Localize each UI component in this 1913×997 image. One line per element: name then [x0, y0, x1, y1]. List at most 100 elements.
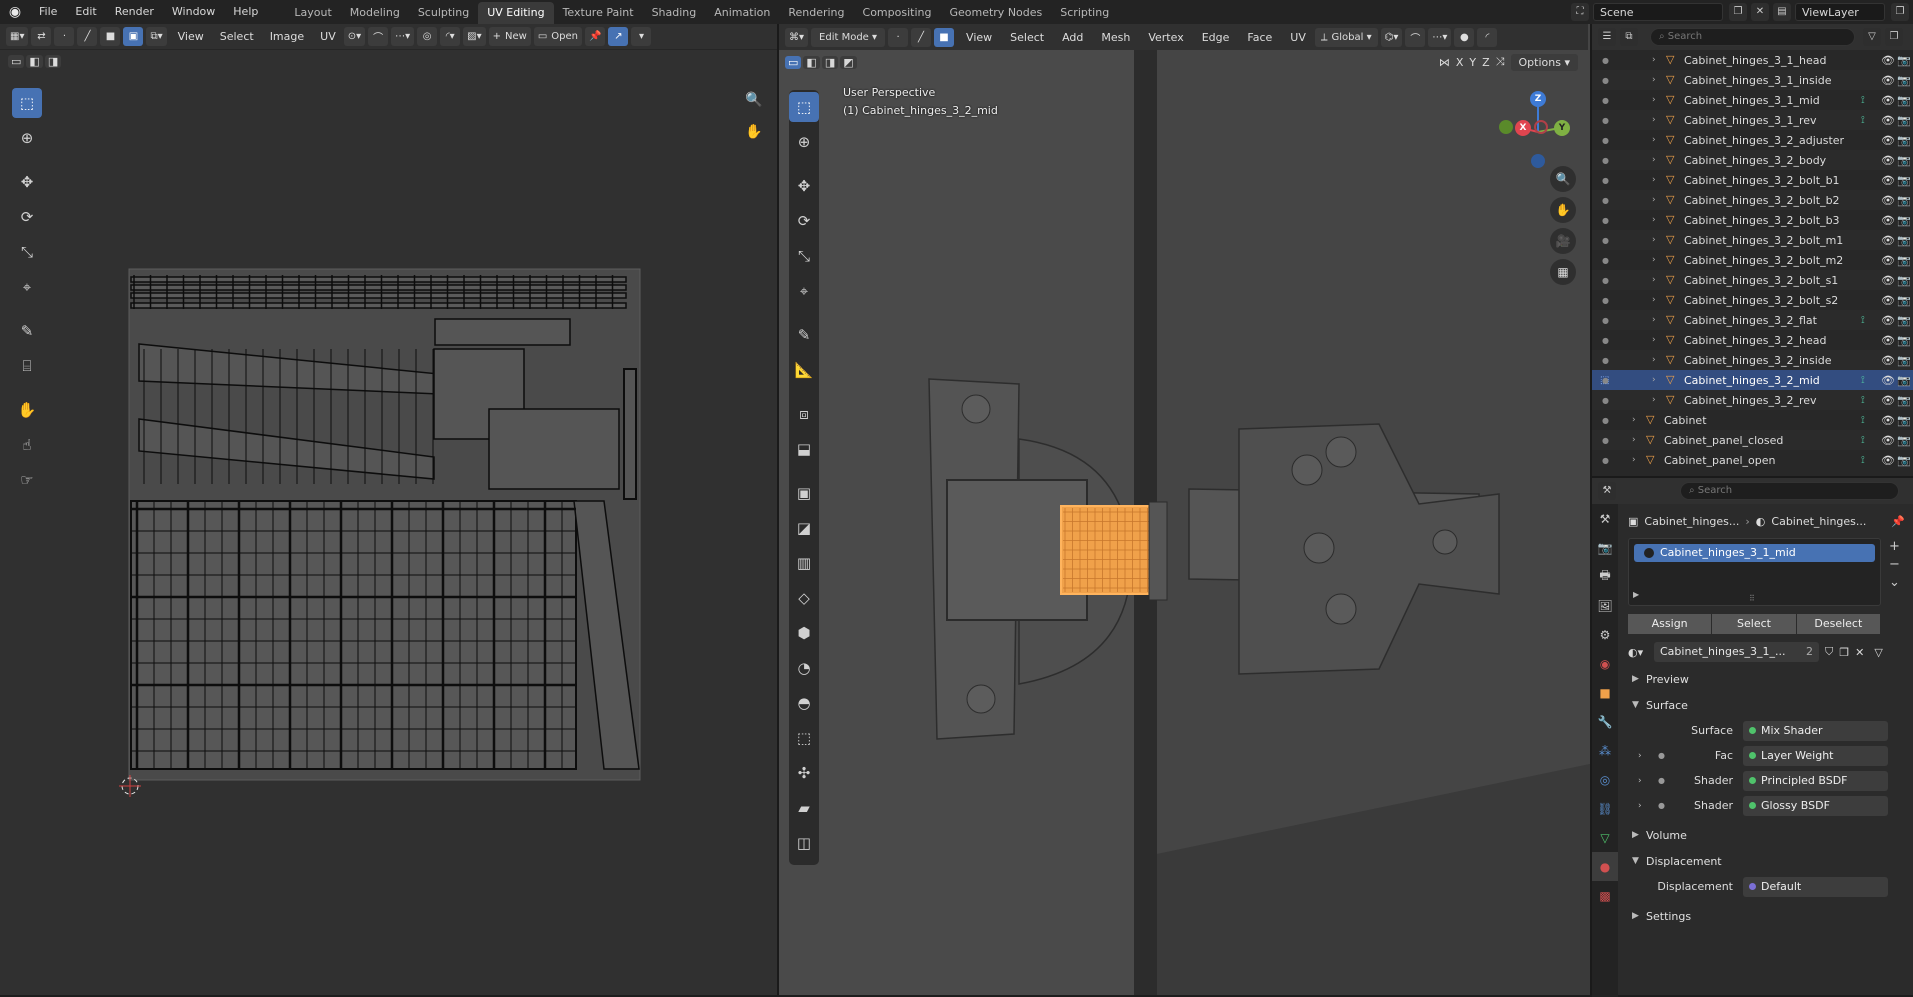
auto-merge-icon[interactable]: ⤨ — [1496, 55, 1505, 69]
unlink-material-icon[interactable]: ✕ — [1855, 646, 1864, 659]
expand-chevron-icon[interactable]: › — [1652, 195, 1662, 205]
outliner-editor-type-icon[interactable]: ☰ — [1598, 28, 1616, 46]
vp-menu-face[interactable]: Face — [1238, 31, 1281, 44]
eye-icon[interactable]: 👁 — [1881, 394, 1897, 407]
expand-chevron-icon[interactable]: › — [1652, 215, 1662, 225]
outliner-search[interactable]: ⌕ Search — [1650, 28, 1855, 46]
texture-tab-icon[interactable]: ▩ — [1592, 881, 1618, 910]
blender-logo-icon[interactable]: ◉ — [0, 4, 30, 20]
visibility-dot-icon[interactable]: ● — [1602, 416, 1609, 425]
render-camera-icon[interactable]: 📷 — [1897, 74, 1913, 87]
outliner-row[interactable]: ● › ▽ Cabinet_hinges_3_2_flat ⟟ 👁 📷 — [1592, 310, 1913, 330]
render-camera-icon[interactable]: 📷 — [1897, 174, 1913, 187]
vp-edge-slide-icon[interactable]: ⬚ — [789, 723, 819, 753]
material-name-field[interactable]: Cabinet_hinges_3_1_... 2 — [1654, 642, 1819, 662]
eye-icon[interactable]: 👁 — [1881, 94, 1897, 107]
material-filter-icon[interactable]: ▽ — [1874, 646, 1882, 659]
tab-geometry-nodes[interactable]: Geometry Nodes — [940, 2, 1051, 24]
render-camera-icon[interactable]: 📷 — [1897, 94, 1913, 107]
gizmo-neg-y-icon[interactable] — [1499, 120, 1513, 134]
vp-menu-mesh[interactable]: Mesh — [1092, 31, 1139, 44]
new-scene-icon[interactable]: ❐ — [1729, 3, 1747, 21]
orientation-selector[interactable]: ⟂ Global ▾ — [1314, 27, 1378, 47]
eye-icon[interactable]: 👁 — [1881, 254, 1897, 267]
surface-input-field[interactable]: Glossy BSDF — [1743, 795, 1888, 816]
properties-search[interactable]: ⌕ Search — [1680, 482, 1899, 500]
tab-shading[interactable]: Shading — [643, 2, 706, 24]
render-camera-icon[interactable]: 📷 — [1897, 334, 1913, 347]
vp-knife-icon[interactable]: ◇ — [789, 583, 819, 613]
visibility-dot-icon[interactable]: ● — [1602, 396, 1609, 405]
surface-input-field[interactable]: Mix Shader — [1743, 720, 1888, 741]
mode-selector[interactable]: Edit Mode ▾ — [811, 27, 886, 47]
surface-panel-header[interactable]: ▼ Surface — [1628, 692, 1909, 718]
vp-snap-target-icon[interactable]: ⋯▾ — [1428, 27, 1452, 47]
vp-zoom-icon[interactable]: 🔍 — [1550, 166, 1576, 192]
vp-rotate-icon[interactable]: ⟳ — [789, 206, 819, 236]
vp-select-box-icon[interactable]: ⬚ — [789, 92, 819, 122]
viewport-editor-type-icon[interactable]: ⌘▾ — [785, 27, 809, 47]
uv-layout-canvas[interactable] — [0, 24, 777, 995]
expand-chevron-icon[interactable]: › — [1638, 751, 1642, 761]
tool-tab-icon[interactable]: ⚒ — [1592, 504, 1618, 533]
outliner-row[interactable]: ● › ▽ Cabinet_hinges_3_2_bolt_s1 👁 📷 — [1592, 270, 1913, 290]
face-mode-icon[interactable]: ■ — [934, 27, 955, 47]
vp-menu-edge[interactable]: Edge — [1193, 31, 1239, 44]
edit-mode-icon[interactable]: ⬚ — [1600, 375, 1609, 386]
modifier-tab-icon[interactable]: 🔧 — [1592, 707, 1618, 736]
eye-icon[interactable]: 👁 — [1881, 114, 1897, 127]
outliner-row[interactable]: ● › ▽ Cabinet_hinges_3_2_bolt_m2 👁 📷 — [1592, 250, 1913, 270]
scene-icon[interactable]: ⛶ — [1571, 3, 1589, 21]
expand-chevron-icon[interactable]: › — [1652, 375, 1662, 385]
expand-chevron-icon[interactable]: › — [1652, 75, 1662, 85]
tab-layout[interactable]: Layout — [285, 2, 340, 24]
gizmo-y-icon[interactable]: Y — [1554, 120, 1570, 136]
render-camera-icon[interactable]: 📷 — [1897, 154, 1913, 167]
delete-scene-icon[interactable]: ✕ — [1751, 3, 1769, 21]
eye-icon[interactable]: 👁 — [1881, 134, 1897, 147]
particles-tab-icon[interactable]: ⁂ — [1592, 736, 1618, 765]
menu-render[interactable]: Render — [106, 0, 163, 24]
expand-chevron-icon[interactable]: › — [1652, 395, 1662, 405]
vp-inset-icon[interactable]: ▣ — [789, 478, 819, 508]
gizmo-neg-x-icon[interactable] — [1534, 120, 1548, 134]
expand-chevron-icon[interactable]: › — [1638, 801, 1642, 811]
view-layer-selector[interactable]: ViewLayer — [1795, 3, 1885, 21]
outliner-row[interactable]: ● › ▽ Cabinet_hinges_3_2_bolt_b1 👁 📷 — [1592, 170, 1913, 190]
visibility-dot-icon[interactable]: ● — [1602, 136, 1609, 145]
gizmo-x-icon[interactable]: X — [1515, 120, 1531, 136]
outliner-row[interactable]: ● › ▽ Cabinet_hinges_3_2_head 👁 📷 — [1592, 330, 1913, 350]
eye-icon[interactable]: 👁 — [1881, 234, 1897, 247]
outliner-row[interactable]: ● › ▽ Cabinet_hinges_3_1_head 👁 📷 — [1592, 50, 1913, 70]
options-button[interactable]: Options ▾ — [1510, 53, 1578, 71]
eye-icon[interactable]: 👁 — [1881, 194, 1897, 207]
visibility-dot-icon[interactable]: ● — [1602, 56, 1609, 65]
material-slot-list[interactable]: Cabinet_hinges_3_1_mid ▶ ⠿ — [1628, 538, 1881, 606]
edge-mode-icon[interactable]: ╱ — [911, 27, 932, 47]
vp-spin-icon[interactable]: ◔ — [789, 653, 819, 683]
visibility-dot-icon[interactable]: ● — [1602, 176, 1609, 185]
mirror-z-toggle[interactable]: Z — [1482, 56, 1490, 69]
visibility-dot-icon[interactable]: ● — [1602, 436, 1609, 445]
tab-uv-editing[interactable]: UV Editing — [478, 2, 554, 24]
render-camera-icon[interactable]: 📷 — [1897, 454, 1913, 467]
expand-chevron-icon[interactable]: › — [1652, 95, 1662, 105]
scene-tab-icon[interactable]: ⚙ — [1592, 620, 1618, 649]
render-camera-icon[interactable]: 📷 — [1897, 314, 1913, 327]
tab-texture-paint[interactable]: Texture Paint — [554, 2, 643, 24]
eye-icon[interactable]: 👁 — [1881, 214, 1897, 227]
vp-move-icon[interactable]: ✥ — [789, 171, 819, 201]
outliner-row[interactable]: ● › ▽ Cabinet_hinges_3_1_inside 👁 📷 — [1592, 70, 1913, 90]
fake-user-icon[interactable]: ⛉ — [1825, 645, 1833, 659]
render-camera-icon[interactable]: 📷 — [1897, 354, 1913, 367]
expand-chevron-icon[interactable]: › — [1652, 175, 1662, 185]
visibility-dot-icon[interactable]: ● — [1602, 156, 1609, 165]
expand-chevron-icon[interactable]: › — [1652, 135, 1662, 145]
vp-select-new-icon[interactable]: ▭ — [785, 55, 802, 69]
outliner-row[interactable]: ● › ▽ Cabinet ⟟ 👁 📷 — [1592, 410, 1913, 430]
vp-ortho-grid-icon[interactable]: ▦ — [1550, 259, 1576, 285]
outliner-row[interactable]: ● › ▽ Cabinet_hinges_3_2_body 👁 📷 — [1592, 150, 1913, 170]
visibility-dot-icon[interactable]: ● — [1602, 216, 1609, 225]
vertex-mode-icon[interactable]: · — [888, 27, 909, 47]
visibility-dot-icon[interactable]: ● — [1602, 236, 1609, 245]
